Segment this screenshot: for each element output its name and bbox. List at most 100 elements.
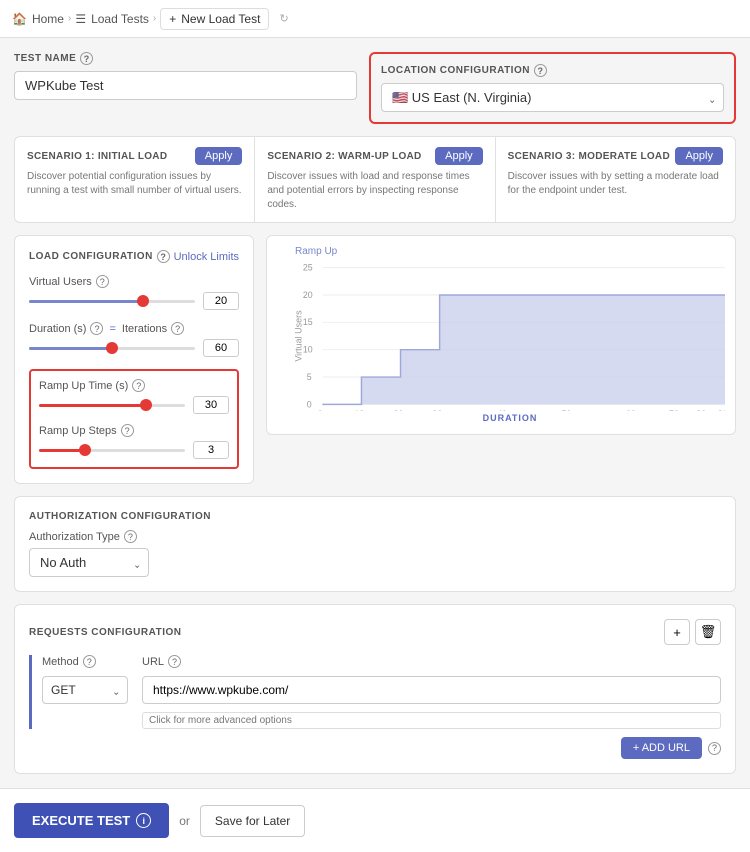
svg-text:60s: 60s (626, 409, 641, 411)
scenario-2-apply-btn[interactable]: Apply (435, 147, 483, 165)
method-help-icon[interactable]: ? (83, 655, 96, 668)
duration-slider[interactable] (29, 347, 195, 350)
iter-help-icon[interactable]: ? (171, 322, 184, 335)
svg-text:5: 5 (307, 372, 312, 382)
url-label: URL ? (142, 655, 721, 668)
duration-value[interactable]: 60 (203, 339, 239, 357)
scenario-3: SCENARIO 3: MODERATE LOAD Apply Discover… (496, 137, 735, 222)
virtual-users-slider[interactable] (29, 300, 195, 303)
test-name-section: TEST NAME ? (14, 52, 357, 124)
add-url-label: + ADD URL (633, 742, 690, 754)
virtual-users-group: Virtual Users ? 20 (29, 275, 239, 310)
execute-test-label: EXECUTE TEST (32, 813, 130, 828)
scenario-3-title: SCENARIO 3: MODERATE LOAD (508, 151, 670, 162)
load-config-title: LOAD CONFIGURATION ? (29, 250, 170, 263)
virtual-users-help-icon[interactable]: ? (96, 275, 109, 288)
location-select[interactable]: 🇺🇸 US East (N. Virginia) 🇺🇸 US West (Ore… (381, 83, 724, 112)
duration-group: Duration (s) ? = Iterations ? 60 (29, 322, 239, 357)
chart-y-label: Virtual Users (294, 310, 304, 361)
scenario-1-apply-btn[interactable]: Apply (195, 147, 243, 165)
scenario-3-desc: Discover issues with by setting a modera… (508, 170, 723, 198)
top-config-row: TEST NAME ? LOCATION CONFIGURATION ? 🇺🇸 … (14, 52, 736, 124)
breadcrumb-new-test[interactable]: + New Load Test (160, 8, 269, 30)
url-help-icon[interactable]: ? (168, 655, 181, 668)
svg-text:40s: 40s (497, 409, 512, 411)
location-section: LOCATION CONFIGURATION ? 🇺🇸 US East (N. … (369, 52, 736, 124)
ramp-time-help-icon[interactable]: ? (132, 379, 145, 392)
execute-test-btn[interactable]: EXECUTE TEST i (14, 803, 169, 838)
svg-text:80s: 80s (696, 409, 711, 411)
virtual-users-slider-row: 20 (29, 292, 239, 310)
refresh-icon[interactable]: ↻ (279, 12, 288, 25)
method-label: Method ? (42, 655, 132, 668)
breadcrumb-home-label: Home (32, 12, 64, 26)
add-url-btn[interactable]: + ADD URL (621, 737, 702, 759)
ramp-steps-value[interactable]: 3 (193, 441, 229, 459)
location-help-icon[interactable]: ? (534, 64, 547, 77)
home-icon: 🏠 (12, 12, 27, 26)
test-name-label: TEST NAME ? (14, 52, 357, 65)
ramp-steps-slider[interactable] (39, 449, 185, 452)
scenario-2: SCENARIO 2: WARM-UP LOAD Apply Discover … (255, 137, 495, 222)
scenario-3-apply-btn[interactable]: Apply (675, 147, 723, 165)
equals-icon[interactable]: = (109, 323, 115, 335)
advanced-options-link[interactable]: Click for more advanced options (142, 712, 721, 729)
chart-area: Virtual Users 0 5 10 15 20 25 (295, 261, 725, 411)
add-request-btn[interactable]: + (664, 619, 690, 645)
ramp-steps-group: Ramp Up Steps ? 3 (39, 424, 229, 459)
breadcrumb-sep-1: › (68, 13, 71, 24)
duration-help-icon[interactable]: ? (90, 322, 103, 335)
svg-text:50s: 50s (562, 409, 577, 411)
auth-type-select-wrapper: No Auth Bearer Token Basic Auth API Key (29, 548, 149, 577)
auth-type-label: Authorization Type ? (29, 530, 149, 543)
auth-type-select[interactable]: No Auth Bearer Token Basic Auth API Key (29, 548, 149, 577)
ramp-time-group: Ramp Up Time (s) ? 30 (39, 379, 229, 414)
url-input[interactable] (142, 676, 721, 704)
scenarios-row: SCENARIO 1: INITIAL LOAD Apply Discover … (14, 136, 736, 223)
virtual-users-value[interactable]: 20 (203, 292, 239, 310)
ramp-time-slider[interactable] (39, 404, 185, 407)
requests-actions: + 🗑 (664, 619, 721, 645)
breadcrumb-load-tests[interactable]: ☰ Load Tests (75, 12, 149, 26)
svg-text:15: 15 (303, 317, 313, 327)
svg-text:70s: 70s (669, 409, 684, 411)
duration-label: Duration (s) ? = Iterations ? (29, 322, 239, 335)
test-name-help-icon[interactable]: ? (80, 52, 93, 65)
auth-type-section: Authorization Type ? No Auth Bearer Toke… (29, 530, 149, 577)
scenario-2-desc: Discover issues with load and response t… (267, 170, 482, 212)
requests-section: REQUESTS CONFIGURATION + 🗑 Method ? GET … (14, 604, 736, 774)
auth-type-row: Authorization Type ? No Auth Bearer Toke… (29, 530, 721, 577)
auth-type-help-icon[interactable]: ? (124, 530, 137, 543)
requests-title: REQUESTS CONFIGURATION (29, 627, 181, 638)
ramp-steps-slider-row: 3 (39, 441, 229, 459)
breadcrumb-home[interactable]: 🏠 Home (12, 12, 64, 26)
bottom-bar: EXECUTE TEST i or Save for Later (0, 788, 750, 852)
svg-text:30s: 30s (433, 409, 448, 411)
delete-request-btn[interactable]: 🗑 (695, 619, 721, 645)
ramp-steps-help-icon[interactable]: ? (121, 424, 134, 437)
scenario-3-header: SCENARIO 3: MODERATE LOAD Apply (508, 147, 723, 165)
svg-text:0: 0 (307, 399, 312, 409)
execute-info-icon: i (136, 813, 151, 828)
location-label: LOCATION CONFIGURATION ? (381, 64, 724, 77)
ramp-time-label: Ramp Up Time (s) ? (39, 379, 229, 392)
svg-text:20: 20 (303, 290, 313, 300)
load-config-help-icon[interactable]: ? (157, 250, 170, 263)
requests-header: REQUESTS CONFIGURATION + 🗑 (29, 619, 721, 645)
load-config-header: LOAD CONFIGURATION ? Unlock Limits (29, 250, 239, 263)
scenario-2-header: SCENARIO 2: WARM-UP LOAD Apply (267, 147, 482, 165)
ramp-time-value[interactable]: 30 (193, 396, 229, 414)
load-config-card: LOAD CONFIGURATION ? Unlock Limits Virtu… (14, 235, 254, 484)
duration-slider-row: 60 (29, 339, 239, 357)
method-select-wrapper: GET POST PUT DELETE PATCH (42, 676, 128, 704)
add-url-help-icon[interactable]: ? (708, 742, 721, 755)
unlock-limits-link[interactable]: Unlock Limits (174, 251, 239, 263)
method-select[interactable]: GET POST PUT DELETE PATCH (42, 676, 128, 704)
breadcrumb-sep-2: › (153, 13, 156, 24)
svg-text:10: 10 (303, 345, 313, 355)
chart-svg: 0 5 10 15 20 25 (295, 261, 725, 411)
save-later-btn[interactable]: Save for Later (200, 805, 305, 837)
plus-icon: + (169, 12, 176, 26)
svg-text:25: 25 (303, 263, 313, 273)
test-name-input[interactable] (14, 71, 357, 100)
